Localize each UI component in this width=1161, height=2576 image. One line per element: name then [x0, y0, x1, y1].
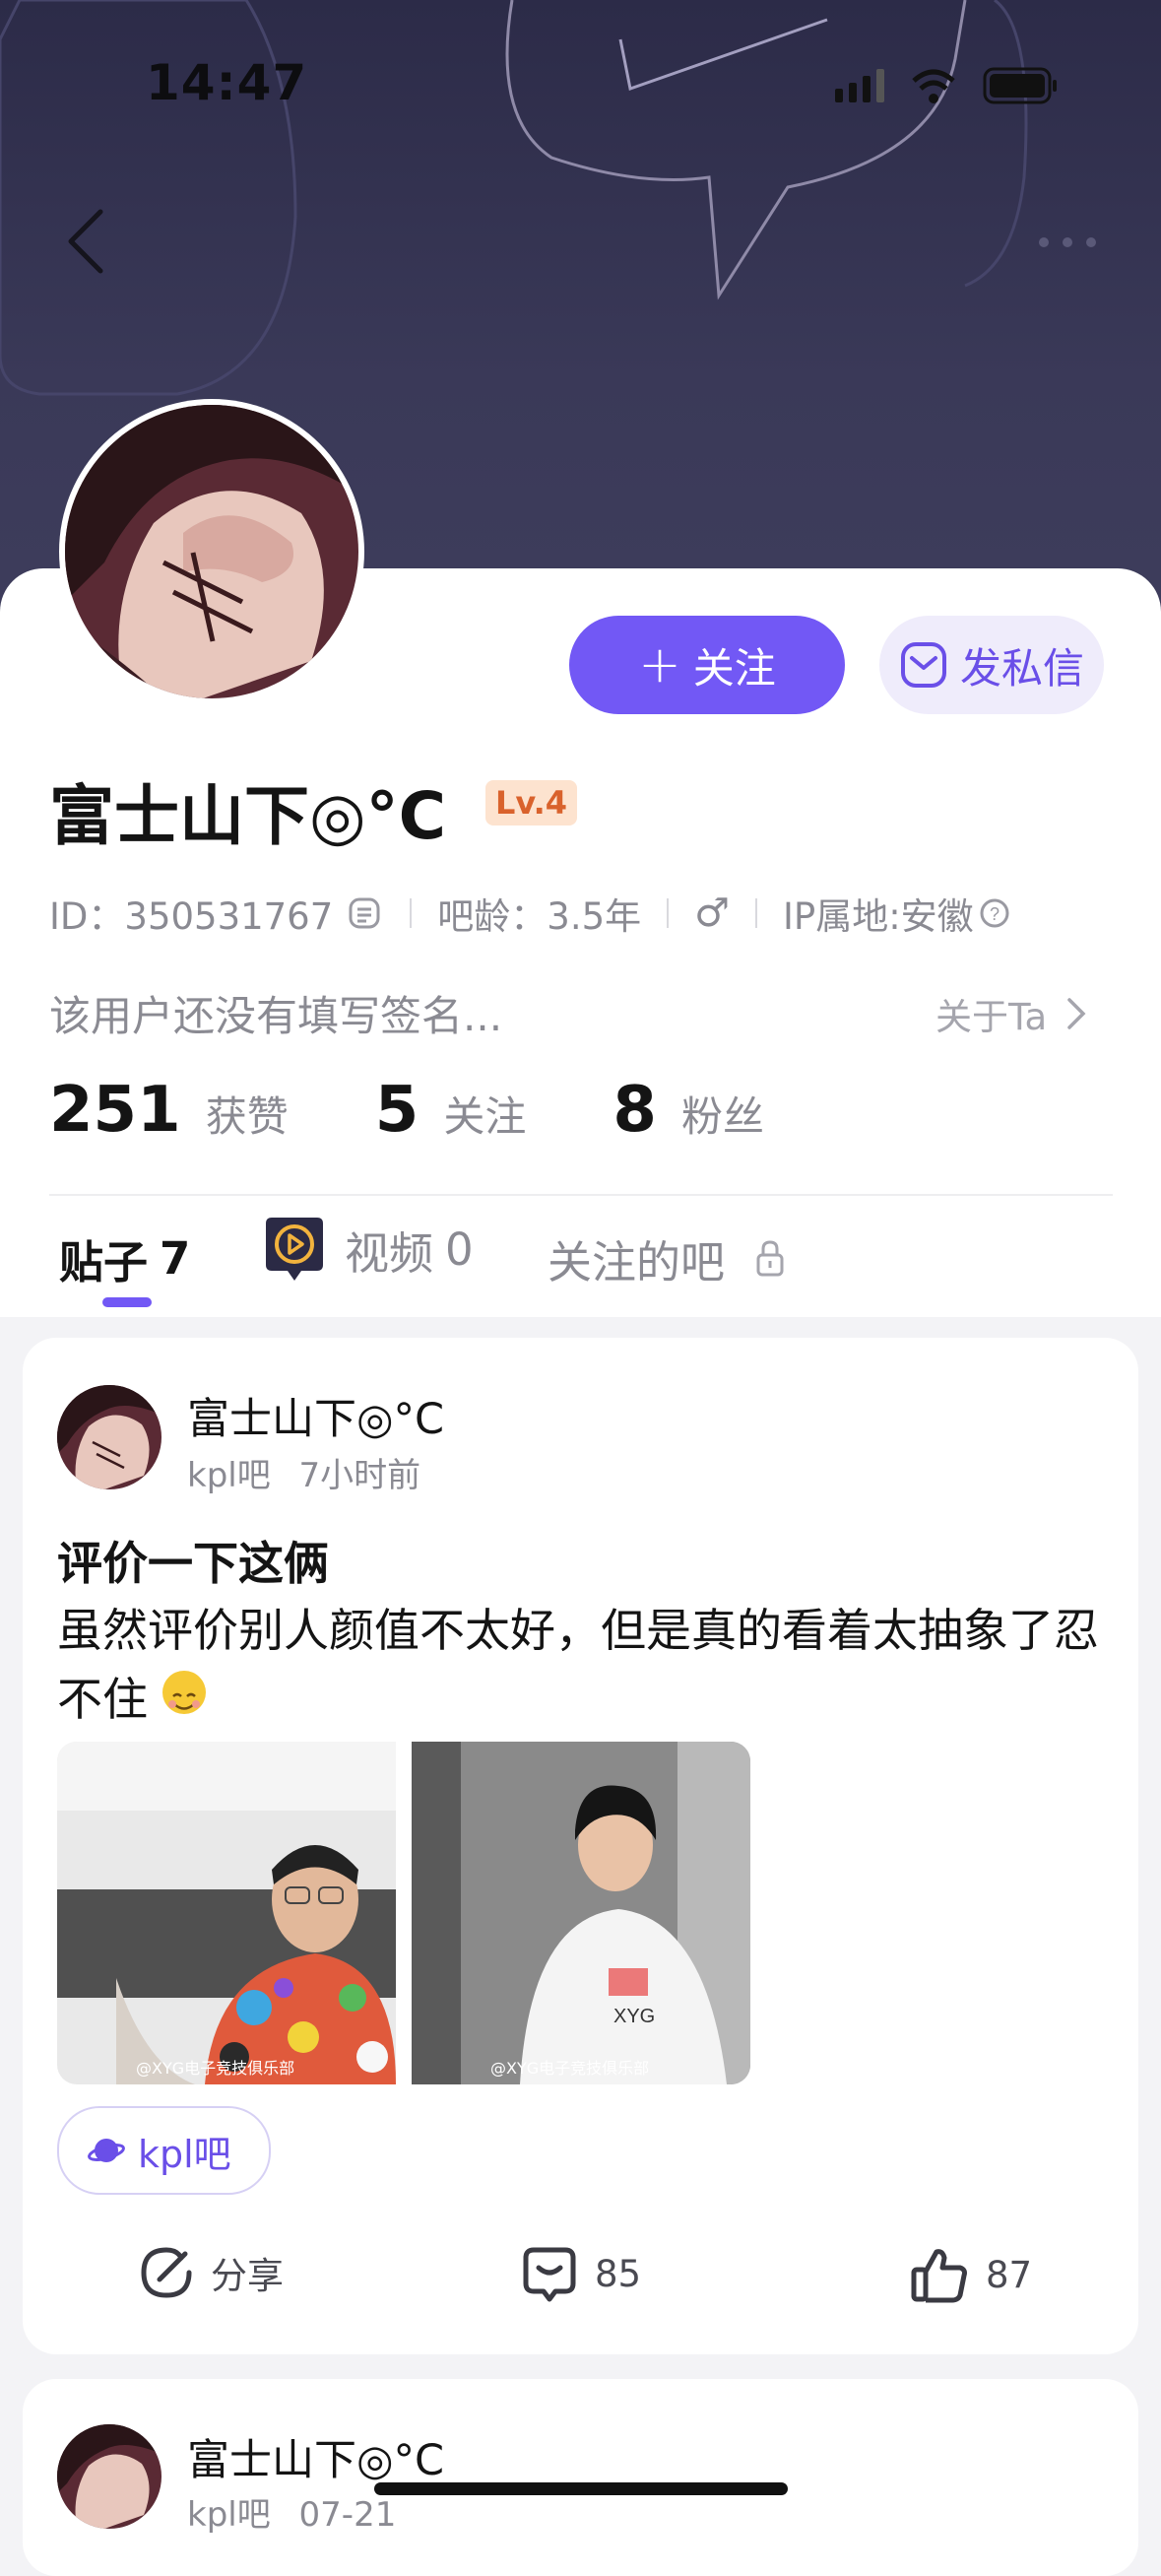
profile-tabs: 贴子 7 视频 0 关注的吧: [0, 1218, 1161, 1315]
post-card[interactable]: 富士山下◎°C kpl吧 07-21: [23, 2379, 1138, 2576]
share-icon: [141, 2247, 192, 2298]
user-id: ID：350531767: [49, 895, 334, 938]
about-link[interactable]: 关于Ta: [935, 987, 1088, 1040]
ip-location: IP属地:安徽: [782, 895, 974, 938]
image-watermark: @XYG电子竞技俱乐部: [136, 2059, 295, 2078]
back-chevron-icon[interactable]: [59, 202, 118, 281]
smile-emoji-icon: [161, 1671, 206, 1714]
post-author-name[interactable]: 富士山下◎°C: [187, 1385, 444, 1446]
post-title: 评价一下这俩: [57, 1537, 329, 1590]
follow-label: 关注: [692, 643, 776, 693]
stats-row: 251 获赞 5 关注 8 粉丝: [49, 1074, 764, 1147]
tab-posts[interactable]: 贴子 7: [59, 1226, 190, 1290]
like-button[interactable]: 87: [909, 2244, 1032, 2305]
profile-avatar[interactable]: [59, 399, 364, 704]
divider: [49, 1194, 1113, 1196]
more-options-icon[interactable]: [1039, 232, 1110, 251]
chevron-right-icon: [1067, 998, 1086, 1029]
image-watermark: @XYG电子竞技俱乐部: [490, 2059, 650, 2078]
comment-button[interactable]: 85: [520, 2244, 641, 2303]
stat-fans[interactable]: 8 粉丝: [613, 1074, 764, 1147]
gender-icon: ♂: [694, 891, 730, 936]
thumbs-up-icon: [911, 2249, 967, 2303]
about-label: 关于Ta: [935, 996, 1048, 1038]
post-meta: kpl吧 7小时前: [187, 1456, 421, 1495]
svg-text:?: ?: [990, 904, 1000, 924]
post-image-2[interactable]: XYG @XYG电子竞技俱乐部: [412, 1742, 750, 2084]
envelope-icon: [900, 642, 946, 688]
share-button[interactable]: 分享: [138, 2244, 284, 2301]
status-time: 14:47: [146, 54, 308, 111]
post-author-name[interactable]: 富士山下◎°C: [187, 2426, 444, 2487]
post-author-avatar[interactable]: [57, 1385, 161, 1489]
post-body: 虽然评价别人颜值不太好，但是真的看着太抽象了忍不住: [57, 1604, 1099, 1726]
status-icons: [835, 67, 1057, 104]
post-meta: kpl吧 07-21: [187, 2495, 397, 2535]
copy-icon[interactable]: [345, 893, 384, 933]
svg-text:XYG: XYG: [613, 2006, 655, 2027]
profile-name: 富士山下◎°C: [49, 778, 447, 854]
message-button[interactable]: 发私信: [879, 616, 1104, 714]
signature-text: 该用户还没有填写签名...: [49, 992, 503, 1040]
tab-videos[interactable]: 视频 0: [262, 1214, 474, 1285]
message-label: 发私信: [959, 643, 1084, 693]
plus-icon: +: [638, 635, 681, 694]
post-author-avatar[interactable]: [57, 2424, 161, 2529]
stat-likes[interactable]: 251 获赞: [49, 1074, 289, 1147]
bar-age: 吧龄：3.5年: [437, 895, 642, 938]
post-card[interactable]: 富士山下◎°C kpl吧 7小时前 评价一下这俩 虽然评价别人颜值不太好，但是真…: [23, 1338, 1138, 2354]
post-image-1[interactable]: @XYG电子竞技俱乐部: [57, 1742, 396, 2084]
post-actions: 分享 85 87: [23, 2244, 1138, 2323]
comment-icon: [523, 2247, 576, 2302]
follow-button[interactable]: + 关注: [569, 616, 845, 714]
profile-meta-row: ID：350531767 吧龄：3.5年 ♂ IP属地:安徽 ?: [49, 887, 1011, 940]
help-icon[interactable]: ?: [978, 896, 1011, 930]
lock-icon: [756, 1239, 784, 1276]
stat-following[interactable]: 5 关注: [375, 1074, 527, 1147]
avatar-image: [65, 405, 358, 698]
level-badge: Lv.4: [485, 780, 578, 826]
active-tab-indicator: [102, 1297, 152, 1307]
video-play-icon: [266, 1218, 323, 1281]
forum-tag[interactable]: kpl吧: [57, 2106, 271, 2195]
planet-icon: [88, 2139, 125, 2162]
tab-followed-bars[interactable]: 关注的吧: [548, 1226, 790, 1290]
home-indicator[interactable]: [374, 2482, 788, 2495]
